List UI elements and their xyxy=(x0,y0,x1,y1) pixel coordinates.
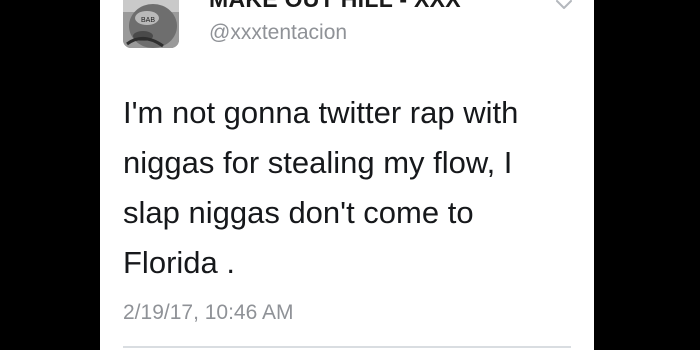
chevron-down-icon[interactable] xyxy=(554,0,574,12)
screenshot-frame: BAB MAKE OUT HILL - XXX @xxxtentacion I'… xyxy=(0,0,700,350)
avatar-tattoo-text: BAB xyxy=(141,17,155,24)
tweet-card: BAB MAKE OUT HILL - XXX @xxxtentacion I'… xyxy=(100,0,594,350)
tweet-timestamp[interactable]: 2/19/17, 10:46 AM xyxy=(123,301,293,325)
avatar[interactable]: BAB xyxy=(123,0,179,48)
tweet-text: I'm not gonna twitter rap with niggas fo… xyxy=(123,95,519,280)
avatar-photo: BAB xyxy=(123,0,179,48)
divider xyxy=(123,346,571,348)
display-name[interactable]: MAKE OUT HILL - XXX xyxy=(209,0,461,13)
user-handle[interactable]: @xxxtentacion xyxy=(209,21,347,45)
